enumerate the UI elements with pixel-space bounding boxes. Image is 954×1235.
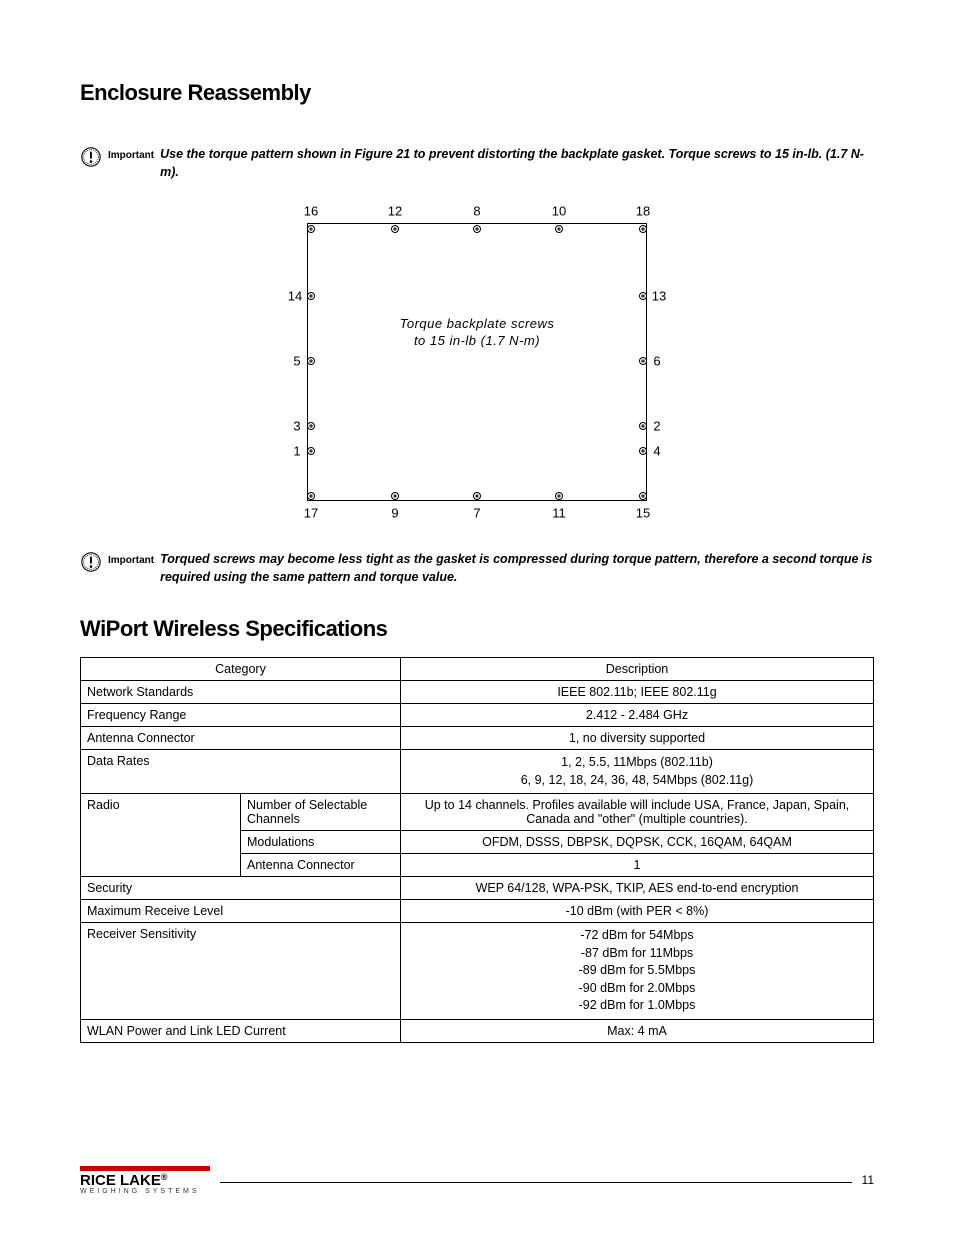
- screw-icon: [639, 447, 647, 455]
- important-icon: [80, 551, 102, 573]
- col-category: Category: [81, 658, 401, 681]
- heading-wiport-specs: WiPort Wireless Specifications: [80, 616, 874, 642]
- screw-number: 8: [473, 204, 480, 219]
- screw-number: 2: [653, 419, 660, 434]
- diagram-frame: [307, 223, 647, 501]
- diagram-caption: Torque backplate screws to 15 in-lb (1.7…: [400, 316, 555, 350]
- screw-icon: [555, 225, 563, 233]
- screw-number: 1: [293, 444, 300, 459]
- logo-bar: [80, 1166, 210, 1171]
- screw-icon: [307, 447, 315, 455]
- screw-number: 11: [552, 506, 566, 521]
- table-row: WLAN Power and Link LED Current Max: 4 m…: [81, 1019, 874, 1042]
- important-text-2: Torqued screws may become less tight as …: [160, 551, 874, 586]
- torque-diagram: Torque backplate screws to 15 in-lb (1.7…: [80, 201, 874, 521]
- brand-name: RICE LAKE®: [80, 1173, 210, 1188]
- screw-number: 7: [473, 506, 480, 521]
- screw-number: 18: [636, 204, 650, 219]
- screw-icon: [473, 225, 481, 233]
- important-text-1: Use the torque pattern shown in Figure 2…: [160, 146, 874, 181]
- table-row: Antenna Connector 1, no diversity suppor…: [81, 727, 874, 750]
- screw-icon: [639, 225, 647, 233]
- screw-icon: [473, 492, 481, 500]
- screw-icon: [307, 225, 315, 233]
- screw-number: 4: [653, 444, 660, 459]
- table-row: Data Rates 1, 2, 5.5, 11Mbps (802.11b) 6…: [81, 750, 874, 794]
- important-label: Important: [108, 551, 154, 566]
- screw-icon: [391, 225, 399, 233]
- important-icon: [80, 146, 102, 168]
- screw-icon: [307, 292, 315, 300]
- spec-table: Category Description Network Standards I…: [80, 657, 874, 1043]
- screw-icon: [639, 357, 647, 365]
- screw-number: 13: [652, 289, 666, 304]
- screw-number: 5: [293, 354, 300, 369]
- table-row: Frequency Range 2.412 - 2.484 GHz: [81, 704, 874, 727]
- heading-enclosure-reassembly: Enclosure Reassembly: [80, 80, 874, 106]
- table-row: Network Standards IEEE 802.11b; IEEE 802…: [81, 681, 874, 704]
- screw-icon: [639, 292, 647, 300]
- screw-number: 16: [304, 204, 318, 219]
- important-note-2: Important Torqued screws may become less…: [80, 551, 874, 586]
- screw-icon: [639, 422, 647, 430]
- screw-number: 9: [391, 506, 398, 521]
- screw-icon: [555, 492, 563, 500]
- footer-rule: [220, 1182, 852, 1183]
- table-row: Radio Number of Selectable Channels Up t…: [81, 794, 874, 831]
- screw-icon: [307, 422, 315, 430]
- screw-number: 3: [293, 419, 300, 434]
- page-number: 11: [862, 1173, 874, 1187]
- table-row: Category Description: [81, 658, 874, 681]
- screw-number: 6: [653, 354, 660, 369]
- col-description: Description: [401, 658, 874, 681]
- important-note-1: Important Use the torque pattern shown i…: [80, 146, 874, 181]
- screw-number: 10: [552, 204, 566, 219]
- page-footer: RICE LAKE® WEIGHING SYSTEMS 11: [80, 1166, 874, 1195]
- screw-icon: [307, 492, 315, 500]
- screw-icon: [639, 492, 647, 500]
- screw-number: 14: [288, 289, 302, 304]
- table-row: Receiver Sensitivity -72 dBm for 54Mbps …: [81, 923, 874, 1020]
- screw-number: 17: [304, 506, 318, 521]
- brand-tagline: WEIGHING SYSTEMS: [80, 1188, 210, 1195]
- screw-number: 15: [636, 506, 650, 521]
- brand-logo: RICE LAKE® WEIGHING SYSTEMS: [80, 1166, 210, 1195]
- table-row: Maximum Receive Level -10 dBm (with PER …: [81, 900, 874, 923]
- screw-number: 12: [388, 204, 402, 219]
- table-row: Security WEP 64/128, WPA-PSK, TKIP, AES …: [81, 877, 874, 900]
- screw-icon: [307, 357, 315, 365]
- important-label: Important: [108, 146, 154, 161]
- screw-icon: [391, 492, 399, 500]
